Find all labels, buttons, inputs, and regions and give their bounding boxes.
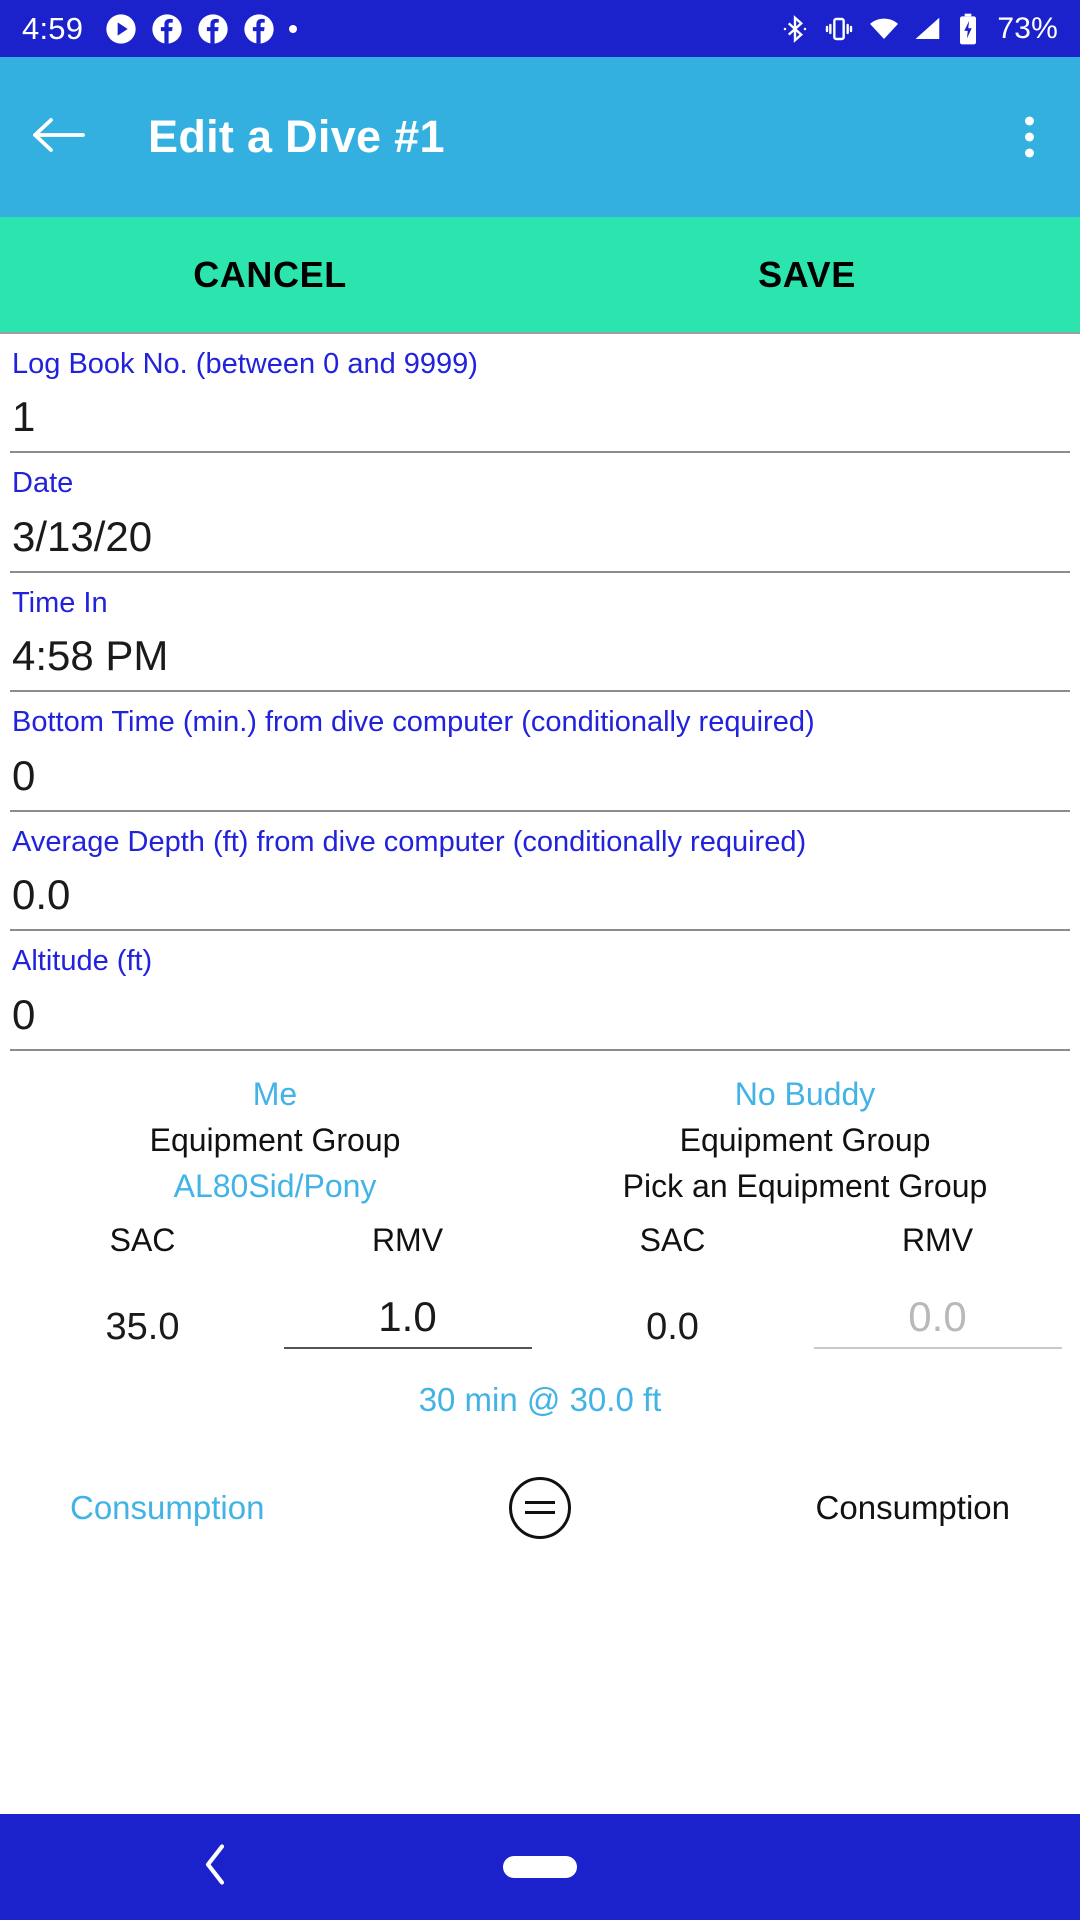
arrow-left-icon bbox=[31, 114, 87, 161]
field-value: 1 bbox=[12, 393, 36, 441]
field-value: 0 bbox=[12, 751, 36, 799]
buddy-equipment-value[interactable]: Pick an Equipment Group bbox=[540, 1163, 1070, 1209]
field-label: Time In bbox=[12, 586, 108, 619]
metric-header-row: SAC RMV SAC RMV bbox=[10, 1222, 1070, 1259]
altitude-input[interactable]: 0 bbox=[10, 979, 1070, 1051]
equals-circle-icon[interactable] bbox=[509, 1476, 571, 1539]
field-label: Average Depth (ft) from dive computer (c… bbox=[12, 825, 807, 858]
status-clock: 4:59 bbox=[22, 10, 84, 46]
buddy-equipment-label: Equipment Group bbox=[679, 1122, 931, 1159]
buddy-equipment-label-cell: Equipment Group bbox=[540, 1117, 1070, 1163]
field-label: Log Book No. (between 0 and 9999) bbox=[12, 348, 478, 380]
field-label: Date bbox=[12, 467, 74, 500]
buddy-column: No Buddy bbox=[540, 1071, 1070, 1117]
home-pill-icon[interactable] bbox=[503, 1856, 577, 1878]
vibrate-icon bbox=[823, 13, 855, 45]
dive-summary-label: 30 min @ 30.0 ft bbox=[418, 1380, 662, 1418]
nav-back-button[interactable] bbox=[200, 1843, 230, 1892]
field-value: 0 bbox=[12, 990, 36, 1038]
diver-compare-panel: Me No Buddy Equipment Group Equipment Gr… bbox=[10, 1051, 1070, 1539]
consumption-row: Consumption Consumption bbox=[10, 1476, 1070, 1539]
field-altitude: Altitude (ft) 0 bbox=[10, 931, 1070, 1051]
chevron-left-icon bbox=[200, 1844, 230, 1891]
diver-name-row: Me No Buddy bbox=[10, 1071, 1070, 1117]
field-average-depth: Average Depth (ft) from dive computer (c… bbox=[10, 812, 1070, 932]
field-value: 0.0 bbox=[12, 871, 71, 919]
app-bar: Edit a Dive #1 bbox=[0, 57, 1080, 217]
app-screen: 4:59 73% Edit a Dive #1 CANCEL SAVE Log … bbox=[0, 0, 1080, 1920]
facebook-icon bbox=[243, 13, 275, 45]
field-log-book-no: Log Book No. (between 0 and 9999) 1 bbox=[10, 334, 1070, 454]
field-bottom-time: Bottom Time (min.) from dive computer (c… bbox=[10, 692, 1070, 812]
play-circle-icon bbox=[105, 13, 137, 45]
status-system-icons: 73% bbox=[780, 12, 1058, 46]
field-value: 4:58 PM bbox=[12, 632, 169, 680]
field-time-in: Time In 4:58 PM bbox=[10, 573, 1070, 693]
buddy-name[interactable]: No Buddy bbox=[540, 1071, 1070, 1117]
dot-icon bbox=[289, 24, 298, 33]
equipment-value-row: AL80Sid/Pony Pick an Equipment Group bbox=[10, 1163, 1070, 1209]
field-label: Bottom Time (min.) from dive computer (c… bbox=[12, 706, 815, 739]
time-in-input[interactable]: 4:58 PM bbox=[10, 620, 1070, 693]
me-equipment-value[interactable]: AL80Sid/Pony bbox=[10, 1163, 540, 1209]
me-sac-value: 35.0 bbox=[105, 1305, 180, 1348]
me-equipment-value-cell: AL80Sid/Pony bbox=[10, 1163, 540, 1209]
buddy-sac-header-cell: SAC bbox=[540, 1222, 805, 1259]
date-input[interactable]: 3/13/20 bbox=[10, 501, 1070, 573]
me-rmv-input[interactable]: 1.0 bbox=[283, 1293, 532, 1349]
me-sac-header: SAC bbox=[109, 1221, 176, 1258]
bottom-time-input[interactable]: 0 bbox=[10, 740, 1070, 812]
metric-value-row: 35.0 1.0 0.0 0.0 bbox=[10, 1293, 1070, 1349]
status-notification-icons bbox=[105, 13, 298, 45]
dive-form: Log Book No. (between 0 and 9999) 1 Date… bbox=[0, 334, 1080, 1752]
wifi-icon bbox=[868, 13, 900, 45]
bluetooth-icon bbox=[780, 14, 810, 44]
me-sac-header-cell: SAC bbox=[10, 1222, 275, 1259]
action-bar: CANCEL SAVE bbox=[0, 217, 1080, 334]
cancel-button[interactable]: CANCEL bbox=[0, 254, 540, 296]
buddy-equipment-value-cell: Pick an Equipment Group bbox=[540, 1163, 1070, 1209]
buddy-rmv-header: RMV bbox=[901, 1221, 974, 1258]
field-value: 3/13/20 bbox=[12, 512, 153, 560]
field-date: Date 3/13/20 bbox=[10, 453, 1070, 573]
me-equipment-label-cell: Equipment Group bbox=[10, 1117, 540, 1163]
equipment-label-row: Equipment Group Equipment Group bbox=[10, 1117, 1070, 1163]
system-nav-bar bbox=[0, 1814, 1080, 1920]
status-bar: 4:59 73% bbox=[0, 0, 1080, 57]
buddy-consumption-button[interactable]: Consumption bbox=[581, 1489, 1010, 1527]
back-button[interactable] bbox=[28, 106, 90, 168]
buddy-sac-header: SAC bbox=[639, 1221, 706, 1258]
battery-icon bbox=[956, 13, 980, 45]
me-rmv-header: RMV bbox=[371, 1221, 444, 1258]
field-label: Altitude (ft) bbox=[12, 945, 153, 978]
me-column: Me bbox=[10, 1071, 540, 1117]
buddy-sac-value: 0.0 bbox=[646, 1305, 699, 1348]
buddy-rmv-header-cell: RMV bbox=[805, 1222, 1070, 1259]
me-rmv-header-cell: RMV bbox=[275, 1222, 540, 1259]
more-vertical-icon[interactable] bbox=[1017, 109, 1042, 166]
average-depth-input[interactable]: 0.0 bbox=[10, 859, 1070, 932]
cellular-signal-icon bbox=[913, 14, 943, 44]
page-title: Edit a Dive #1 bbox=[148, 111, 445, 162]
save-button[interactable]: SAVE bbox=[540, 254, 1080, 296]
me-rmv-value-cell: 1.0 bbox=[275, 1293, 540, 1349]
log-book-no-input[interactable]: 1 bbox=[10, 381, 1070, 454]
buddy-rmv-input[interactable]: 0.0 bbox=[813, 1293, 1062, 1349]
me-consumption-button[interactable]: Consumption bbox=[70, 1489, 499, 1527]
me-equipment-label: Equipment Group bbox=[149, 1122, 401, 1159]
facebook-icon bbox=[151, 13, 183, 45]
facebook-icon bbox=[197, 13, 229, 45]
bottom-spacer bbox=[0, 1752, 1080, 1814]
me-name[interactable]: Me bbox=[10, 1071, 540, 1117]
buddy-sac-value-cell: 0.0 bbox=[540, 1306, 805, 1349]
battery-percent-label: 73% bbox=[997, 11, 1058, 45]
me-sac-value-cell: 35.0 bbox=[10, 1306, 275, 1349]
buddy-rmv-value-cell: 0.0 bbox=[805, 1293, 1070, 1349]
